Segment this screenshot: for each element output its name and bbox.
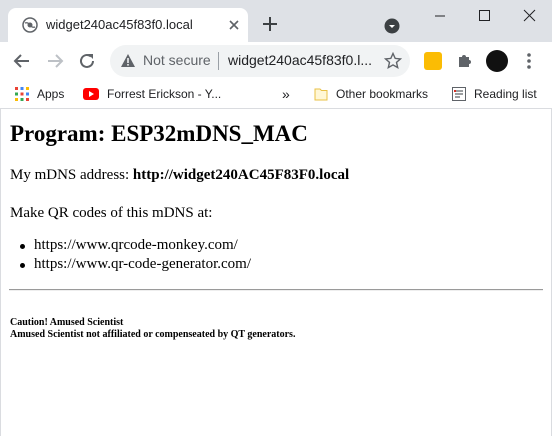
- bookmark-other[interactable]: Other bookmarks: [314, 80, 428, 108]
- caution-notice: Caution! Amused Scientist Amused Scienti…: [10, 317, 295, 341]
- tab-search-icon[interactable]: [384, 18, 400, 34]
- close-tab-icon[interactable]: [226, 17, 242, 33]
- forward-arrow-icon[interactable]: [45, 51, 65, 71]
- bookmark-star-icon[interactable]: [384, 52, 402, 70]
- tab-strip: widget240ac45f83f0.local: [0, 0, 552, 42]
- new-tab-icon[interactable]: [260, 14, 280, 34]
- page-content: Program: ESP32mDNS_MAC My mDNS address: …: [0, 109, 552, 436]
- maximize-icon[interactable]: [462, 0, 507, 32]
- horizontal-rule: [9, 289, 543, 291]
- browser-window: widget240ac45f83f0.local Not secure widg…: [0, 0, 552, 436]
- folder-icon: [314, 88, 328, 101]
- address-bar[interactable]: Not secure widget240ac45f83f0.l...: [110, 45, 410, 77]
- profile-avatar[interactable]: [486, 50, 508, 72]
- omnibox-divider: [218, 52, 219, 70]
- security-status[interactable]: Not secure: [143, 52, 211, 68]
- qr-instruction: Make QR codes of this mDNS at:: [10, 205, 213, 221]
- link-qrcode-monkey: https://www.qrcode-monkey.com/: [20, 237, 238, 253]
- reading-list-label: Reading list: [474, 87, 537, 101]
- mdns-line: My mDNS address: http://widget240AC45F83…: [10, 167, 349, 184]
- minimize-icon[interactable]: [417, 0, 462, 32]
- reading-list-icon: [452, 87, 466, 101]
- reading-list-button[interactable]: Reading list: [452, 80, 537, 108]
- bookmark-apps-label: Apps: [37, 87, 65, 101]
- bookmarks-bar: Apps Forrest Erickson - Y... » Other boo…: [0, 80, 552, 109]
- more-menu-icon[interactable]: [524, 51, 534, 71]
- caution-line-1: Caution! Amused Scientist: [10, 317, 124, 328]
- page-title: Program: ESP32mDNS_MAC: [10, 121, 308, 146]
- bookmarks-overflow-chevron[interactable]: »: [282, 80, 290, 108]
- bookmark-other-label: Other bookmarks: [336, 87, 429, 101]
- close-window-icon[interactable]: [507, 0, 552, 32]
- extension-icon[interactable]: [424, 52, 442, 70]
- tab-title: widget240ac45f83f0.local: [46, 17, 193, 32]
- active-tab[interactable]: widget240ac45f83f0.local: [8, 8, 248, 42]
- reload-icon[interactable]: [77, 51, 97, 71]
- puzzle-icon[interactable]: [456, 51, 474, 69]
- back-arrow-icon[interactable]: [12, 51, 32, 71]
- warning-icon[interactable]: [120, 53, 136, 69]
- apps-grid-icon: [15, 87, 29, 101]
- caution-line-2: Amused Scientist not affiliated or compe…: [10, 329, 296, 340]
- bookmark-forrest[interactable]: Forrest Erickson - Y...: [83, 80, 221, 108]
- mdns-prefix: My mDNS address:: [10, 167, 133, 183]
- globe-icon: [22, 17, 38, 33]
- overflow-label: »: [282, 86, 290, 102]
- bookmark-apps[interactable]: Apps: [15, 80, 64, 108]
- youtube-icon: [83, 88, 99, 100]
- toolbar: Not secure widget240ac45f83f0.l...: [0, 42, 552, 80]
- url-text[interactable]: widget240ac45f83f0.l...: [228, 52, 372, 68]
- link-qr-code-generator: https://www.qr-code-generator.com/: [20, 256, 251, 272]
- mdns-address: http://widget240AC45F83F0.local: [132, 167, 350, 183]
- bookmark-forrest-label: Forrest Erickson - Y...: [107, 87, 222, 101]
